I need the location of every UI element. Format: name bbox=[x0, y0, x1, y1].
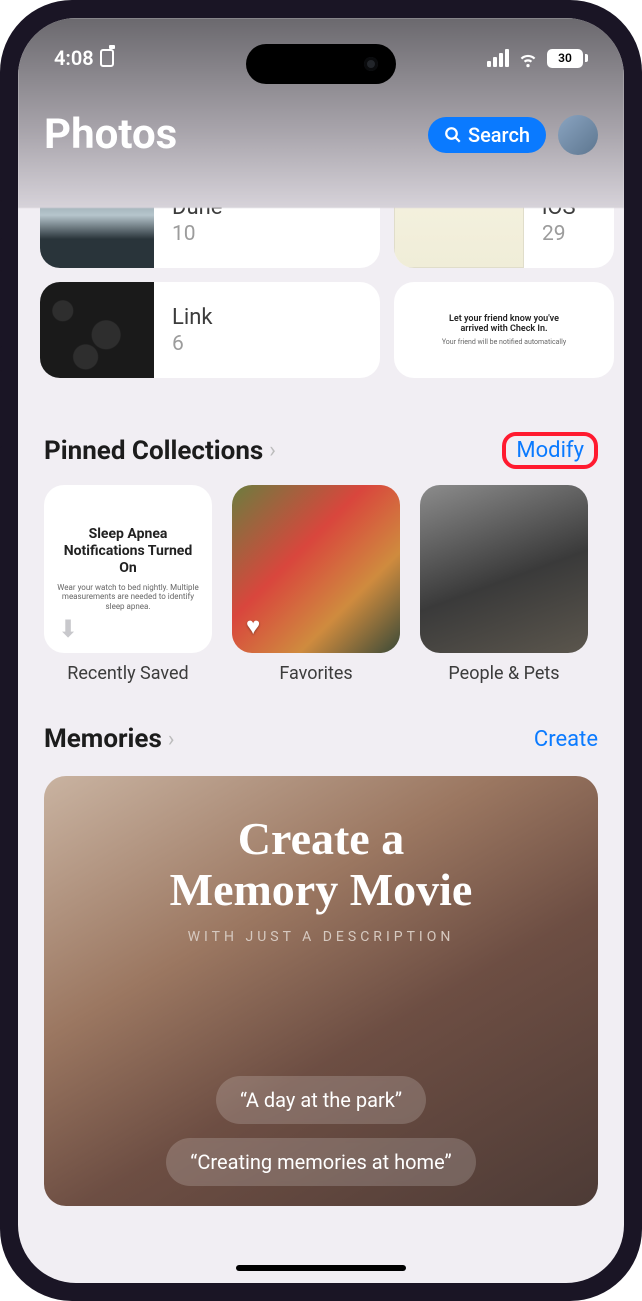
pinned-title-row[interactable]: Pinned Collections › bbox=[44, 436, 276, 466]
pinned-thumb bbox=[420, 485, 588, 653]
heart-icon: ♥ bbox=[246, 612, 260, 641]
pinned-header: Pinned Collections › Modify bbox=[18, 392, 624, 485]
memory-title: Create a Memory Movie bbox=[170, 814, 473, 915]
checkin-text: Let your friend know you've arrived with… bbox=[440, 314, 568, 334]
pinned-label: Favorites bbox=[279, 663, 352, 684]
section-title-text: Memories bbox=[44, 724, 162, 754]
memory-suggestion-pill[interactable]: “A day at the park” bbox=[216, 1076, 426, 1124]
album-count: 29 bbox=[542, 222, 576, 246]
screen: 4:08 30 Photos Search bbox=[18, 18, 624, 1283]
search-label: Search bbox=[468, 123, 530, 147]
home-indicator[interactable] bbox=[236, 1265, 406, 1271]
memories-title-row[interactable]: Memories › bbox=[44, 724, 174, 754]
memories-header: Memories › Create bbox=[18, 684, 624, 770]
volume-down-button bbox=[0, 370, 2, 448]
memory-card[interactable]: Create a Memory Movie With just a descri… bbox=[44, 776, 598, 1206]
sim-icon bbox=[100, 49, 114, 67]
album-name: Link bbox=[172, 305, 213, 330]
chevron-right-icon: › bbox=[269, 438, 276, 463]
album-card-link[interactable]: Link 6 bbox=[40, 282, 380, 378]
page-title: Photos bbox=[44, 110, 177, 159]
dynamic-island bbox=[246, 44, 396, 84]
search-icon bbox=[444, 126, 462, 144]
album-count: 6 bbox=[172, 332, 213, 356]
pinned-item-people-pets[interactable]: People & Pets bbox=[420, 485, 588, 684]
avatar[interactable] bbox=[558, 115, 598, 155]
side-button bbox=[0, 200, 2, 240]
battery-icon: 30 bbox=[547, 49, 588, 68]
modify-highlight: Modify bbox=[502, 432, 598, 469]
section-title-text: Pinned Collections bbox=[44, 436, 263, 466]
thumb-sub: Wear your watch to bed nightly. Multiple… bbox=[56, 583, 200, 612]
pinned-item-favorites[interactable]: ♥ Favorites bbox=[232, 485, 400, 684]
pinned-item-recently-saved[interactable]: Sleep Apnea Notifications Turned On Wear… bbox=[44, 485, 212, 684]
volume-up-button bbox=[0, 270, 2, 348]
album-card-checkin[interactable]: Let your friend know you've arrived with… bbox=[394, 282, 614, 378]
cellular-icon bbox=[487, 49, 509, 67]
wifi-icon bbox=[517, 47, 539, 69]
pinned-modify-button[interactable]: Modify bbox=[516, 438, 584, 463]
album-thumb: Let your friend know you've arrived with… bbox=[434, 282, 574, 378]
memory-subtitle: With just a description bbox=[188, 929, 455, 945]
checkin-subtext: Your friend will be notified automatical… bbox=[442, 338, 566, 346]
album-count: 10 bbox=[172, 222, 222, 246]
pinned-thumb: Sleep Apnea Notifications Turned On Wear… bbox=[44, 485, 212, 653]
search-button[interactable]: Search bbox=[428, 117, 546, 153]
thumb-title: Sleep Apnea Notifications Turned On bbox=[56, 526, 200, 576]
memories-create-button[interactable]: Create bbox=[534, 727, 598, 752]
pinned-thumb: ♥ bbox=[232, 485, 400, 653]
album-thumb bbox=[40, 282, 154, 378]
pinned-label: People & Pets bbox=[448, 663, 559, 684]
status-time: 4:08 bbox=[54, 46, 94, 70]
album-row: Link 6 Let your friend know you've arriv… bbox=[18, 282, 624, 378]
phone-frame: 4:08 30 Photos Search bbox=[0, 0, 642, 1301]
download-icon: ⬇︎ bbox=[58, 615, 78, 643]
pinned-label: Recently Saved bbox=[67, 663, 188, 684]
chevron-right-icon: › bbox=[168, 727, 175, 752]
pinned-row: Sleep Apnea Notifications Turned On Wear… bbox=[18, 485, 624, 684]
app-header: Photos Search bbox=[18, 110, 624, 159]
memory-suggestion-pill[interactable]: “Creating memories at home” bbox=[166, 1138, 475, 1186]
